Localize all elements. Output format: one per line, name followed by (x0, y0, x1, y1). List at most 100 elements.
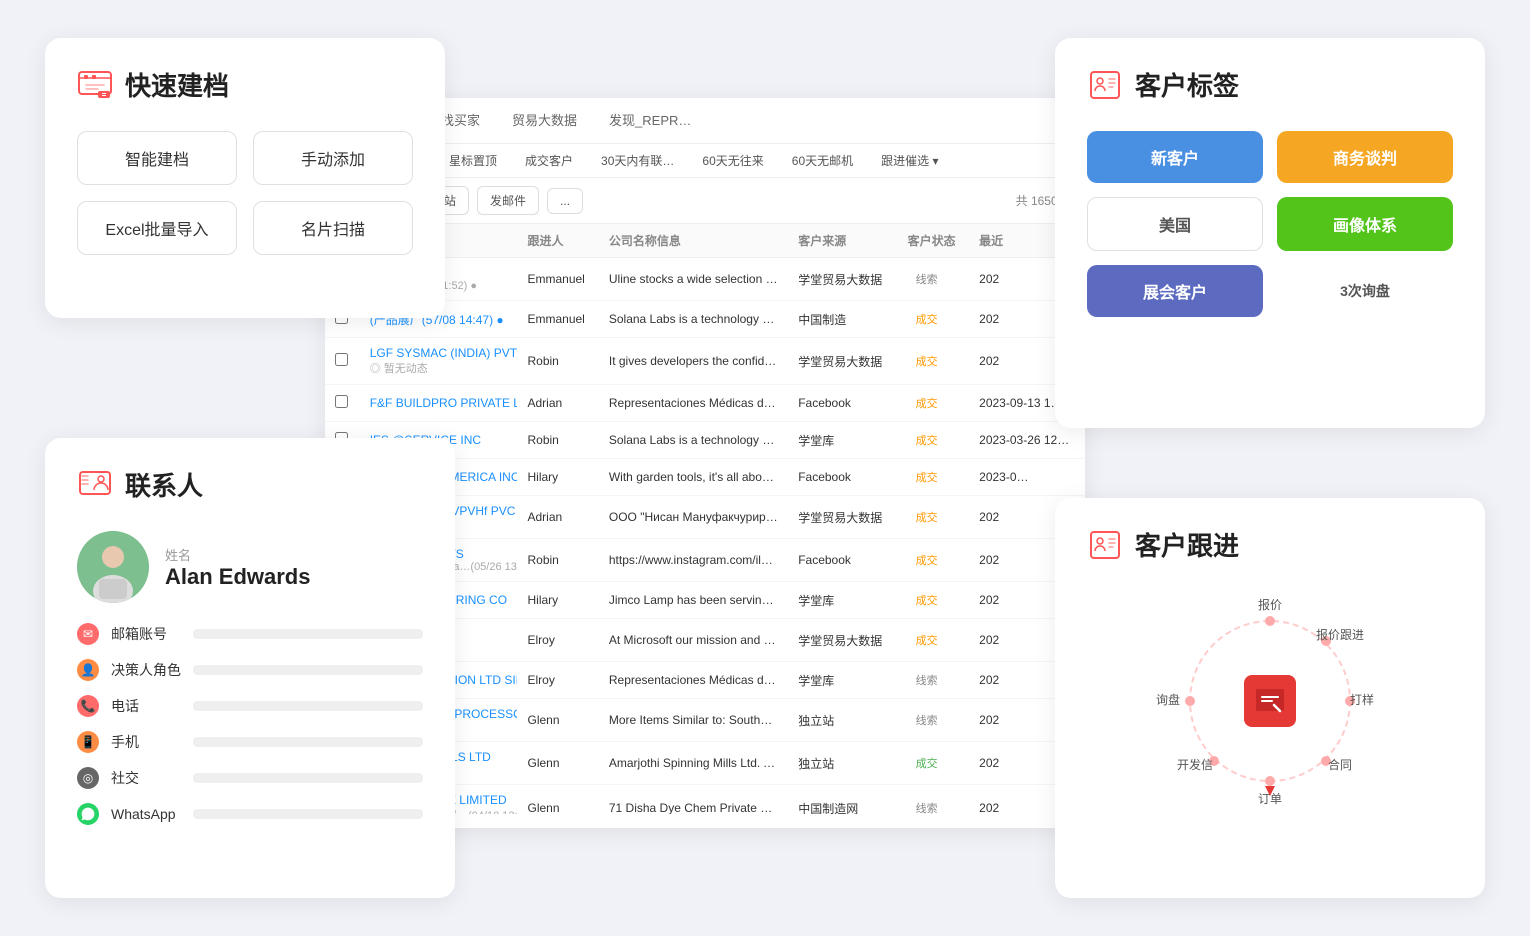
contact-card: 联系人 姓名 Alan Edwards ✉ 邮箱账号 (45, 438, 455, 898)
card-scan-button[interactable]: 名片扫描 (253, 201, 413, 255)
row-check[interactable] (325, 338, 360, 385)
row-source: 中国制造网 (788, 785, 897, 815)
tag-usa[interactable]: 美国 (1087, 197, 1263, 251)
send-email-btn[interactable]: 发邮件 (477, 186, 539, 215)
quick-build-icon (77, 67, 113, 103)
row-owner: Hilary (517, 582, 598, 619)
row-owner: Emmanuel (517, 301, 598, 338)
row-desc: With garden tools, it's all about… (599, 459, 788, 496)
followup-icon (1087, 527, 1123, 563)
social-label: 社交 (111, 768, 181, 788)
row-status: 成交 (898, 459, 970, 496)
tag-new-customer[interactable]: 新客户 (1087, 131, 1263, 183)
excel-import-button[interactable]: Excel批量导入 (77, 201, 237, 255)
row-source: 学堂贸易大数据 (788, 338, 897, 385)
row-desc: Representaciones Médicas del… (599, 662, 788, 699)
contact-name: Alan Edwards (165, 564, 310, 590)
field-phone: 📞 电话 (77, 695, 423, 717)
mobile-label: 手机 (111, 732, 181, 752)
tags-icon (1087, 67, 1123, 103)
row-owner: Glenn (517, 699, 598, 742)
contact-name-label: 姓名 (165, 545, 310, 564)
whatsapp-value (193, 809, 423, 819)
role-icon: 👤 (77, 659, 99, 681)
role-value (193, 665, 423, 675)
row-status: 线索 (898, 785, 970, 815)
row-source: 学堂贸易大数据 (788, 619, 897, 662)
row-desc: It gives developers the confide… (599, 338, 788, 385)
subtab-60days-no[interactable]: 60天无往来 (690, 144, 775, 177)
status-badge: 成交 (908, 430, 946, 450)
more-btn[interactable]: ... (547, 188, 583, 214)
contact-fields: ✉ 邮箱账号 👤 决策人角色 📞 电话 📱 手机 ◎ 社交 (77, 623, 423, 825)
status-badge: 线索 (908, 798, 946, 814)
col-source: 客户来源 (788, 224, 897, 258)
row-desc: Amarjothi Spinning Mills Ltd. Ab… (599, 742, 788, 785)
subtab-followup[interactable]: 跟进催选 ▾ (869, 144, 950, 177)
followup-header: 客户跟进 (1087, 526, 1453, 563)
row-source: Facebook (788, 459, 897, 496)
row-status: 成交 (898, 619, 970, 662)
subtab-star[interactable]: 星标置顶 (437, 144, 509, 177)
subtab-60days-mail[interactable]: 60天无邮机 (780, 144, 865, 177)
row-owner: Elroy (517, 619, 598, 662)
company-name[interactable]: F&F BUILDPRO PRIVATE LIMITED (370, 396, 508, 410)
tag-portrait[interactable]: 画像体系 (1277, 197, 1453, 251)
table-row[interactable]: LGF SYSMAC (INDIA) PVT LTD ◎ 暂无动态 Robin … (325, 338, 1085, 385)
tab-discover[interactable]: 发现_REPR… (593, 98, 707, 143)
row-source: 中国制造 (788, 301, 897, 338)
whatsapp-icon (77, 803, 99, 825)
row-desc: Representaciones Médicas del… (599, 385, 788, 422)
row-owner: Elroy (517, 662, 598, 699)
field-mobile: 📱 手机 (77, 731, 423, 753)
mobile-value (193, 737, 423, 747)
main-container: 快速建档 智能建档 手动添加 Excel批量导入 名片扫描 联系人 (45, 38, 1485, 898)
row-status: 成交 (898, 301, 970, 338)
manual-add-button[interactable]: 手动添加 (253, 131, 413, 185)
subtab-30days[interactable]: 30天内有联… (589, 144, 686, 177)
company-name[interactable]: LGF SYSMAC (INDIA) PVT LTD (370, 346, 508, 360)
subtab-deal[interactable]: 成交客户 (513, 144, 585, 177)
row-owner: Hilary (517, 459, 598, 496)
status-badge: 线索 (908, 269, 946, 289)
row-desc: https://www.instagram.com/il… (599, 539, 788, 582)
status-badge: 线索 (908, 670, 946, 690)
row-desc: Uline stocks a wide selection of… (599, 258, 788, 301)
tab-trade-data[interactable]: 贸易大数据 (496, 98, 593, 143)
svg-text:合同: 合同 (1328, 757, 1352, 772)
row-source: 独立站 (788, 699, 897, 742)
row-status: 成交 (898, 385, 970, 422)
row-source: 学堂库 (788, 422, 897, 459)
row-desc: More Items Similar to: Souther… (599, 699, 788, 742)
status-badge: 成交 (908, 753, 946, 773)
social-icon: ◎ (77, 767, 99, 789)
table-row[interactable]: F&F BUILDPRO PRIVATE LIMITED Adrian Repr… (325, 385, 1085, 422)
status-badge: 成交 (908, 309, 946, 329)
status-badge: 成交 (908, 590, 946, 610)
row-checkbox[interactable] (335, 353, 348, 366)
tags-header: 客户标签 (1087, 66, 1453, 103)
contact-profile: 姓名 Alan Edwards (77, 531, 423, 603)
field-whatsapp: WhatsApp (77, 803, 423, 825)
status-badge: 成交 (908, 507, 946, 527)
followup-card: 客户跟进 报价 报价跟进 打样 合同 订 (1055, 498, 1485, 898)
role-label: 决策人角色 (111, 660, 181, 680)
followup-diagram: 报价 报价跟进 打样 合同 订单 开发信 询盘 (1140, 591, 1400, 811)
tag-exhibition[interactable]: 展会客户 (1087, 265, 1263, 317)
followup-title: 客户跟进 (1135, 526, 1239, 563)
contact-avatar (77, 531, 149, 603)
smart-build-button[interactable]: 智能建档 (77, 131, 237, 185)
row-checkbox[interactable] (335, 395, 348, 408)
row-desc: 71 Disha Dye Chem Private Lim… (599, 785, 788, 815)
status-badge: 线索 (908, 710, 946, 730)
row-owner: Robin (517, 422, 598, 459)
contact-name-section: 姓名 Alan Edwards (165, 545, 310, 590)
tag-business-talk[interactable]: 商务谈判 (1277, 131, 1453, 183)
tag-inquiry-count[interactable]: 3次询盘 (1277, 265, 1453, 317)
row-desc: Solana Labs is a technology co… (599, 422, 788, 459)
svg-text:报价: 报价 (1258, 597, 1282, 612)
row-status: 成交 (898, 539, 970, 582)
svg-text:打样: 打样 (1350, 692, 1374, 707)
row-check[interactable] (325, 385, 360, 422)
row-owner: Emmanuel (517, 258, 598, 301)
